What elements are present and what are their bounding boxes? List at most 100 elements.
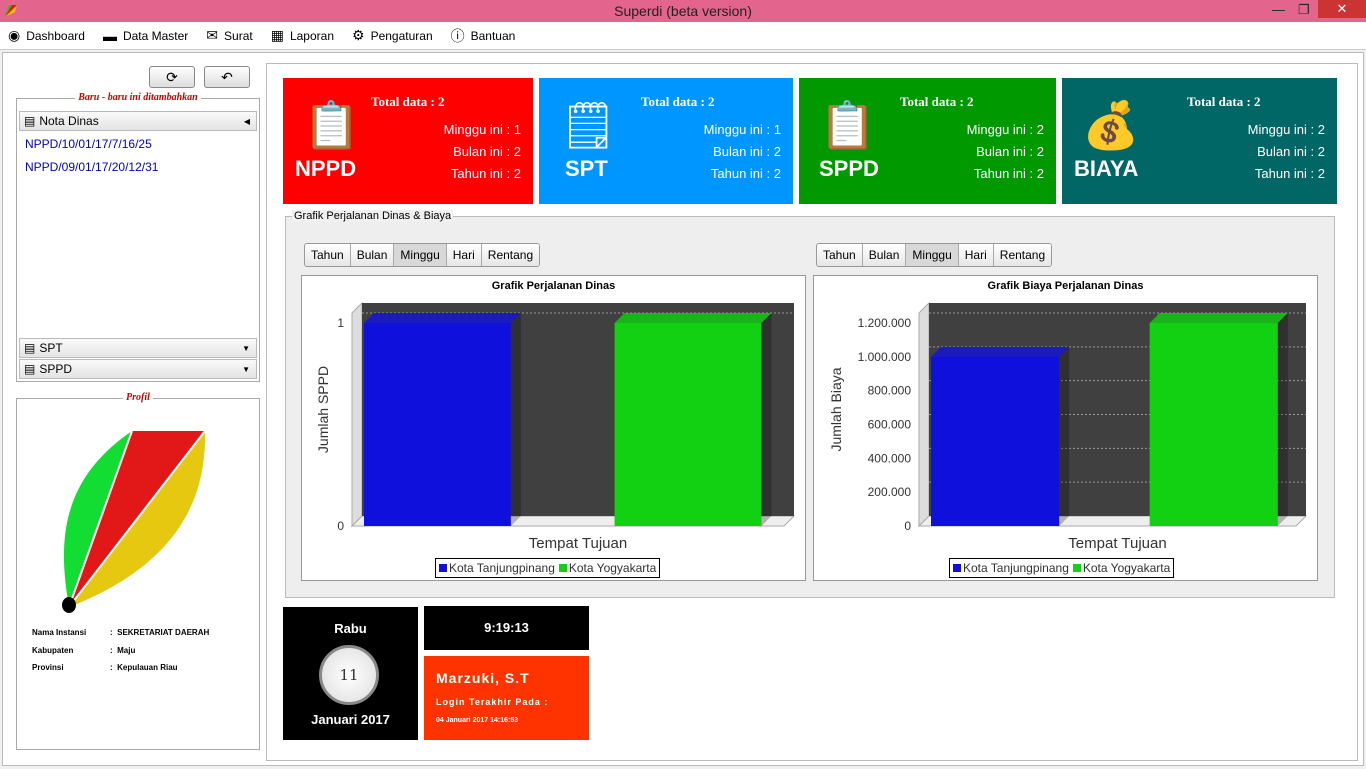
card-total: Total data : 2 [641,94,715,109]
card-name: BIAYA [1074,156,1139,181]
calendar-date: 11 [319,645,379,705]
menu-laporan[interactable]: ▦ Laporan [271,27,334,44]
calendar-month-year: Januari 2017 [311,712,390,727]
tab-rentang[interactable]: Rentang [993,244,1052,266]
y-tick-label: 0 [337,519,344,533]
profile-value: Maju [117,646,136,655]
clock: 9:19:13 [424,606,589,650]
section-sppd[interactable]: ▤ SPPD ▼ [19,359,257,379]
card-spt[interactable]: 🗒 Total data : 2 Minggu ini : 1 Bulan in… [539,78,793,204]
menu-surat[interactable]: ✉ Surat [206,27,252,44]
menu-label: Surat [224,28,253,43]
card-total: Total data : 2 [371,94,445,109]
card-sppd[interactable]: 📋 Total data : 2 Minggu ini : 2 Bulan in… [799,78,1056,204]
menu-bantuan[interactable]: ⓘ Bantuan [451,26,516,46]
y-tick-label: 400.000 [868,451,912,465]
last-login-label: Login Terakhir Pada : [436,697,549,707]
tab-minggu[interactable]: Minggu [394,244,447,266]
card-week: Minggu ini : 2 [1247,122,1325,137]
menu-label: Pengaturan [370,28,433,43]
legend-label: Kota Tanjungpinang [963,561,1069,575]
clipboard-list-icon: 📋 [819,99,877,151]
restore-button[interactable]: ❐ [1298,2,1310,18]
expand-icon: ▼ [242,364,250,374]
section-label: SPT [39,341,63,355]
menu-label: Data Master [122,28,189,43]
report-icon: ▦ [270,27,284,43]
section-label: SPPD [39,362,73,376]
mail-icon: ✉ [206,27,219,43]
recent-title: Baru - baru ini ditambahkan [75,92,201,103]
chart-perjalanan: Grafik Perjalanan Dinas 0 1 Tempat Tujuan J… [301,275,806,581]
recent-panel: Baru - baru ini ditambahkan ▤ Nota Dinas ◀… [16,92,260,382]
chart-legend: Kota Tanjungpinang Kota Yogyakarta [435,558,661,578]
x-axis-label: Tempat Tujuan [1068,535,1166,552]
profile-label: Kabupaten [32,646,74,655]
profile-value: Kepulauan Riau [117,663,178,672]
menu-dashboard[interactable]: ◉ Dashboard [8,27,85,44]
card-week: Minggu ini : 1 [703,122,781,137]
card-nppd[interactable]: 📋 Total data : 2 Minggu ini : 1 Bulan in… [283,78,533,204]
minimize-button[interactable]: — [1272,2,1285,17]
profile-row: Kabupaten: Maju [32,646,136,655]
bar [614,323,762,526]
chart-wall-left [918,301,930,528]
bar-top [931,346,1070,357]
x-axis-label: Tempat Tujuan [529,535,627,552]
y-tick-label: 1.200.000 [858,316,912,330]
recent-item[interactable]: NPPD/10/01/17/7/16/25 [25,137,152,151]
y-tick-label: 200.000 [868,485,912,499]
legend-label: Kota Tanjungpinang [449,561,555,575]
profile-title: Profil [123,392,153,403]
menu-data-master[interactable]: ▬ Data Master [103,28,188,44]
section-nota-dinas[interactable]: ▤ Nota Dinas ◀ [19,111,257,131]
card-month: Bulan ini : 2 [713,144,781,159]
section-spt[interactable]: ▤ SPT ▼ [19,338,257,358]
bar-top [614,313,772,323]
bar-side [1059,346,1070,526]
legend-label: Kota Yogyakarta [1082,561,1171,575]
refresh-icon: ⟳ [166,69,178,85]
tab-tahun[interactable]: Tahun [305,244,351,266]
card-month: Bulan ini : 2 [453,144,521,159]
bar-top [1149,313,1288,323]
recent-item[interactable]: NPPD/09/01/17/20/12/31 [25,160,158,174]
tab-minggu[interactable]: Minggu [906,244,959,266]
y-axis-label: Jumlah Biaya [828,367,844,451]
legend-label: Kota Yogyakarta [568,561,657,575]
chart-legend: Kota Tanjungpinang Kota Yogyakarta [949,558,1175,578]
legend-item: Kota Tanjungpinang [439,561,555,575]
profile-row: Nama Instansi: SEKRETARIAT DAERAH [32,628,210,637]
close-button[interactable]: ✕ [1318,0,1366,18]
card-biaya[interactable]: 💰 Total data : 2 Minggu ini : 2 Bulan in… [1062,78,1337,204]
bar-side [1277,313,1288,526]
menu-pengaturan[interactable]: ⚙ Pengaturan [352,27,433,44]
collapse-icon: ◀ [243,116,250,126]
bar-side [761,313,772,526]
profile-panel: Profil Nama Instansi: SEKRETARIAT DAERAH… [16,392,260,750]
y-tick-label: 1 [337,316,344,330]
y-tick-label: 800.000 [868,384,912,398]
notepad-icon: 🗒 [559,99,618,151]
tab-hari[interactable]: Hari [958,244,994,266]
tab-bulan[interactable]: Bulan [862,244,907,266]
card-year: Tahun ini : 2 [1254,166,1325,181]
last-login-value: 04 Januari 2017 14:16:53 [436,717,519,724]
y-axis-label: Jumlah SPPD [315,366,331,453]
card-year: Tahun ini : 2 [973,166,1044,181]
tab-bulan[interactable]: Bulan [350,244,395,266]
profile-value: SEKRETARIAT DAERAH [117,628,210,637]
bar [931,356,1060,526]
tab-rentang[interactable]: Rentang [481,244,540,266]
y-tick-label: 0 [904,519,911,533]
card-year: Tahun ini : 2 [450,166,521,181]
logout-button[interactable]: ↶ [204,66,250,88]
tab-hari[interactable]: Hari [446,244,482,266]
chart-svg: 0 1 Tempat Tujuan Jumlah SPPD [315,301,796,552]
card-year: Tahun ini : 2 [710,166,781,181]
institution-logo [62,430,206,613]
tab-tahun[interactable]: Tahun [817,244,863,266]
refresh-button[interactable]: ⟳ [149,66,195,88]
user-name: Marzuki, S.T [436,670,530,686]
card-month: Bulan ini : 2 [976,144,1044,159]
